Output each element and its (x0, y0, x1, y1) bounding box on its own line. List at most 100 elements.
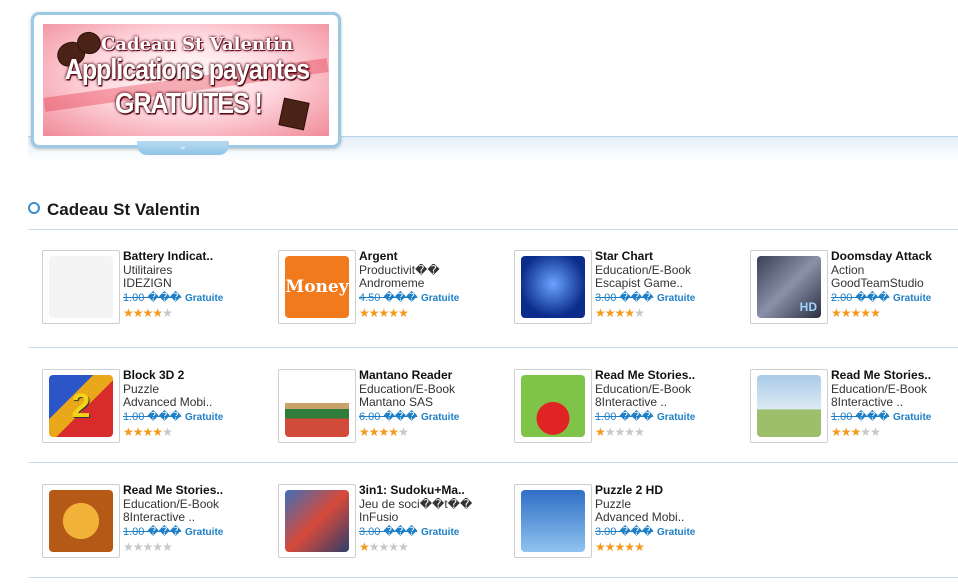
app-name-link[interactable]: Read Me Stories.. (595, 369, 745, 383)
app-category: Puzzle (123, 382, 160, 396)
app-card[interactable]: 3in1: Sudoku+Ma.. Jeu de soci��t�� InFusio… (278, 484, 508, 564)
star-icon: ★ (368, 540, 380, 554)
free-price-badge: Gratuite (185, 526, 224, 538)
app-name-link[interactable]: Read Me Stories.. (123, 484, 273, 498)
jet-fighter-icon: HD (757, 256, 821, 318)
price-row: 1.00 ��� Gratuite (123, 292, 273, 306)
app-thumbnail[interactable] (514, 250, 592, 324)
app-info: Read Me Stories.. Education/E-Book 8Intera… (831, 369, 958, 438)
app-name-link[interactable]: Battery Indicat.. (123, 250, 273, 264)
star-icon: ★ (378, 425, 390, 439)
star-icon: ★ (634, 306, 645, 320)
app-thumbnail[interactable] (42, 484, 120, 558)
app-card[interactable]: Money Argent Productivit�� Andromeme 4.50 ��… (278, 250, 508, 330)
star-icon: ★ (123, 540, 134, 554)
price-row: 1.00 ��� Gratuite (123, 526, 273, 540)
star-icon: ★ (132, 306, 144, 320)
rating-stars: ★★★★★ (831, 426, 958, 438)
app-thumbnail[interactable]: HD (750, 250, 828, 324)
app-thumbnail[interactable]: Money (278, 250, 356, 324)
app-category: Education/E-Book (831, 382, 928, 396)
app-card[interactable]: Read Me Stories.. Education/E-Book 8Intera… (750, 369, 958, 449)
app-category: Puzzle (595, 497, 632, 511)
app-card[interactable]: Puzzle 2 HD Puzzle Advanced Mobi.. 3.00 ���… (514, 484, 744, 564)
star-icon: ★ (359, 425, 370, 439)
app-name-link[interactable]: Argent (359, 250, 509, 264)
star-icon: ★ (604, 425, 616, 439)
app-thumbnail[interactable] (514, 369, 592, 443)
free-price-badge: Gratuite (893, 411, 932, 423)
star-icon: ★ (152, 306, 163, 320)
star-icon: ★ (152, 540, 163, 554)
price-row: 1.00 ��� Gratuite (123, 411, 273, 425)
app-name-link[interactable]: 3in1: Sudoku+Ma.. (359, 484, 509, 498)
app-thumbnail[interactable] (278, 484, 356, 558)
app-developer: Advanced Mobi.. (595, 511, 685, 524)
star-icon: ★ (398, 540, 409, 554)
app-thumbnail[interactable] (42, 250, 120, 324)
app-info: Star Chart Education/E-Book Escapist Game.… (595, 250, 745, 319)
star-icon: ★ (624, 540, 635, 554)
books-icon (285, 375, 349, 437)
rating-stars: ★★★★★ (359, 307, 509, 319)
star-icon: ★ (870, 425, 881, 439)
app-card[interactable]: Star Chart Education/E-Book Escapist Game.… (514, 250, 744, 330)
app-name-link[interactable]: Read Me Stories.. (831, 369, 958, 383)
app-card[interactable]: 2 Block 3D 2 Puzzle Advanced Mobi.. 1.00 ���… (42, 369, 272, 449)
star-chart-icon (521, 256, 585, 318)
star-icon: ★ (860, 306, 871, 320)
star-icon: ★ (398, 306, 409, 320)
star-icon: ★ (388, 306, 399, 320)
old-price: 3.00 ��� (595, 291, 654, 304)
star-icon: ★ (162, 425, 173, 439)
divider (28, 347, 958, 348)
rating-stars: ★★★★★ (359, 426, 509, 438)
app-info: Argent Productivit�� Andromeme 4.50 ��� Grat… (359, 250, 509, 319)
divider (28, 462, 958, 463)
banner-line-3: GRATUITES ! (115, 87, 263, 121)
app-category: Action (831, 263, 865, 277)
star-icon: ★ (604, 306, 616, 320)
rating-stars: ★★★★★ (359, 541, 509, 553)
star-icon: ★ (614, 540, 626, 554)
free-price-badge: Gratuite (421, 411, 460, 423)
app-developer: Andromeme (359, 277, 425, 290)
app-thumbnail[interactable] (514, 484, 592, 558)
app-name-link[interactable]: Mantano Reader (359, 369, 509, 383)
free-price-badge: Gratuite (185, 411, 224, 423)
banner-expand-tab[interactable]: ⌄ (137, 141, 229, 155)
price-row: 2.00 ��� Gratuite (831, 292, 958, 306)
star-icon: ★ (162, 306, 173, 320)
promo-banner[interactable]: Cadeau St Valentin Applications payantes… (31, 12, 341, 148)
star-icon: ★ (850, 425, 862, 439)
price-row: 3.00 ��� Gratuite (359, 526, 509, 540)
app-info: Battery Indicat.. Utilitaires IDEZIGN 1.00 … (123, 250, 273, 319)
pepper-character-icon (521, 375, 585, 437)
app-card[interactable]: Battery Indicat.. Utilitaires IDEZIGN 1.00 … (42, 250, 272, 330)
app-thumbnail[interactable]: 2 (42, 369, 120, 443)
app-name-link[interactable]: Puzzle 2 HD (595, 484, 745, 498)
app-card[interactable]: Read Me Stories.. Education/E-Book 8Intera… (514, 369, 744, 449)
app-name-link[interactable]: Star Chart (595, 250, 745, 264)
app-info: Block 3D 2 Puzzle Advanced Mobi.. 1.00 ��� G… (123, 369, 273, 438)
star-icon: ★ (870, 306, 881, 320)
app-developer: InFusio (359, 511, 399, 524)
app-card[interactable]: Read Me Stories.. Education/E-Book 8Intera… (42, 484, 272, 564)
app-name-link[interactable]: Block 3D 2 (123, 369, 273, 383)
app-card[interactable]: Mantano Reader Education/E-Book Mantano SA… (278, 369, 508, 449)
star-icon: ★ (595, 425, 606, 439)
rating-stars: ★★★★★ (595, 541, 745, 553)
price-row: 3.00 ��� Gratuite (595, 292, 745, 306)
puzzle-blocks-icon (521, 490, 585, 552)
app-info: Mantano Reader Education/E-Book Mantano SA… (359, 369, 509, 438)
app-thumbnail[interactable] (278, 369, 356, 443)
app-category: Jeu de soci��t�� (359, 497, 473, 511)
app-thumbnail[interactable] (750, 369, 828, 443)
star-icon: ★ (378, 540, 390, 554)
app-card[interactable]: HD Doomsday Attack Action GoodTeamStudio 2.0… (750, 250, 958, 330)
app-name-link[interactable]: Doomsday Attack (831, 250, 958, 264)
rating-stars: ★★★★★ (831, 307, 958, 319)
free-price-badge: Gratuite (657, 411, 696, 423)
price-row: 4.50 ��� Gratuite (359, 292, 509, 306)
old-price: 6.00 ��� (359, 410, 418, 423)
